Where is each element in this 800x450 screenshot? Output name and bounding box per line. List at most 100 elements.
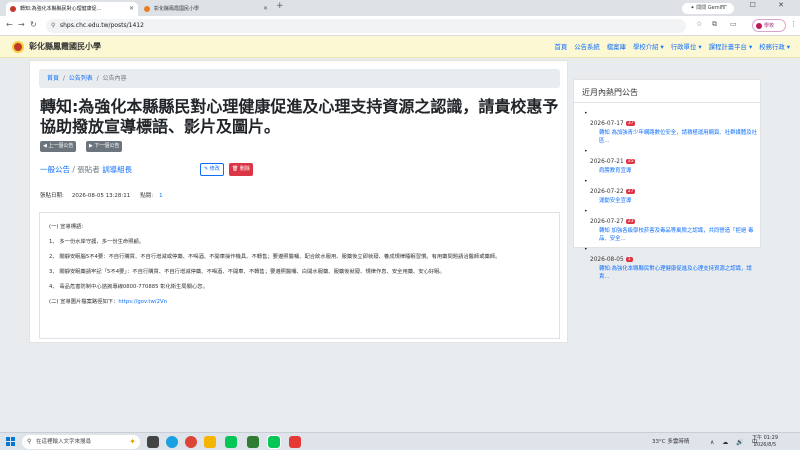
list-item: 2026-08-051 轉知:為強化本縣縣民對心理健康促進及心理支持資源之認識，… (584, 246, 760, 281)
site-favicon-icon (144, 6, 150, 12)
excel-app-icon[interactable] (247, 436, 259, 448)
list-item: 2026-07-2227 運動安全宣導 (584, 178, 760, 205)
task-view-icon[interactable] (147, 436, 159, 448)
list-item: 2026-07-1737 轉知 為加強青少年網路數位安全，請積極運用網頁、社群媒… (584, 110, 760, 145)
image-line-label: (二) 宣導圖片檔案路徑如下： (49, 299, 119, 305)
clock-date: 2026/8/5 (753, 442, 777, 448)
list-item: 2026-07-2135 肩膀教育宣導 (584, 148, 760, 175)
file-explorer-icon[interactable] (204, 436, 216, 448)
site-info-icon[interactable]: ⚲ (51, 19, 55, 33)
image-link[interactable]: https://gov.tw/2Vn (118, 299, 167, 305)
content-paragraph: 2、 關靜安眠腦5不4要：不自行購買、不自行增減或停藥、不喝酒、不開車操作機具、… (49, 254, 501, 260)
nav-announcements[interactable]: 公告系統 (574, 42, 600, 51)
url-input[interactable]: ⚲ shps.chc.edu.tw/posts/1412 (46, 19, 686, 33)
divider (574, 102, 760, 103)
site-favicon-icon (10, 6, 16, 12)
popular-posts-card: 近月內熱門公告 2026-07-1737 轉知 為加強青少年網路數位安全，請積極… (573, 79, 761, 280)
site-nav-links: 首頁 公告系統 檔案庫 學校介紹 ▾ 行政單位 ▾ 課程計畫平台 ▾ 校務行政 … (554, 42, 790, 51)
breadcrumb-home[interactable]: 首頁 (47, 75, 59, 82)
url-text: shps.chc.edu.tw/posts/1412 (60, 22, 144, 29)
popular-post-link[interactable]: 肩膀教育宣導 (590, 167, 760, 175)
address-bar-row: ← → ↻ ⚲ shps.chc.edu.tw/posts/1412 ☆ ⧉ ▭… (0, 16, 800, 36)
line-app-icon-active[interactable] (267, 435, 281, 449)
new-tab-button[interactable]: + (276, 1, 284, 11)
content-paragraph: (一) 宣導標語： (49, 224, 87, 230)
nav-file-library[interactable]: 檔案庫 (607, 42, 626, 51)
popular-posts-list: 2026-07-1737 轉知 為加強青少年網路數位安全，請積極運用網頁、社群媒… (584, 110, 760, 284)
popular-post-link[interactable]: 轉知 為加強青少年網路數位安全，請積極運用網頁、社群媒體及社區... (590, 129, 760, 145)
breadcrumb-separator: / (62, 75, 65, 82)
search-icon: ⚲ (27, 438, 32, 445)
windows-start-icon[interactable] (6, 437, 15, 446)
hits-label: 點閱: (140, 193, 154, 199)
post-date: 2026-08-05 (590, 257, 624, 263)
popular-post-link[interactable]: 轉知 加強各級學校菸害及毒品等風險之認識，共同營造「拒絕 毒品、安全... (590, 227, 760, 243)
windows-taskbar: ⚲ 在這裡輸入文字來搜尋 ✦ 33°C 多雲時晴 ∧ ☁ 🔊 中 下午 01:2… (0, 432, 800, 450)
next-post-button[interactable]: ▶ 下一個公告 (86, 141, 123, 152)
post-title: 轉知:為強化本縣縣民對心理健康促進及心理支持資源之認識，請貴校惠予協助撥放宣導標… (40, 97, 559, 136)
hit-count-badge: 27 (625, 189, 636, 194)
poster-name[interactable]: 訓導組長 (102, 165, 132, 174)
tab-close-icon[interactable]: ✕ (129, 2, 134, 16)
sidepanel-icon[interactable]: ▭ (730, 20, 737, 28)
breadcrumb-separator: / (96, 75, 99, 82)
school-logo-icon[interactable] (12, 41, 24, 53)
post-content: (一) 宣導標語： 1、 多一份水岸守護，多一份生命照顧。 2、 關靜安眠腦5不… (39, 212, 560, 339)
post-meta: 一般公告 / 張貼者 訓導組長 (40, 164, 132, 175)
post-date: 2026-07-27 (590, 219, 624, 225)
search-placeholder: 在這裡輸入文字來搜尋 (36, 439, 92, 445)
content-paragraph: 1、 多一份水岸守護，多一份生命照顧。 (49, 239, 145, 245)
hit-count-badge: 35 (625, 159, 636, 164)
post-card: 首頁 / 公告列表 / 公告內容 轉知:為強化本縣縣民對心理健康促進及心理支持資… (29, 60, 568, 343)
nav-school-intro[interactable]: 學校介紹 ▾ (633, 42, 664, 51)
popular-post-link[interactable]: 轉知:為強化本縣縣民對心理健康促進及心理支持資源之認識，請貴... (590, 265, 760, 281)
line-app-icon[interactable] (225, 436, 237, 448)
profile-avatar-icon (756, 23, 762, 29)
delete-button[interactable]: 🗑 刪除 (229, 163, 253, 176)
nav-admin-units[interactable]: 行政單位 ▾ (671, 42, 702, 51)
profile-label: 學校 (764, 23, 775, 29)
weather-widget[interactable]: 33°C 多雲時晴 (652, 437, 689, 445)
bookmark-star-icon[interactable]: ☆ (696, 20, 702, 28)
post-date-line: 張貼日期: 2026-08-05 13:28:11 點閱: 1 (40, 191, 163, 199)
nav-home[interactable]: 首頁 (554, 42, 567, 51)
tab-title: 彰化縣鳳霞國民小學 (154, 6, 200, 12)
post-category[interactable]: 一般公告 (40, 165, 70, 174)
hit-count-badge: 23 (625, 219, 636, 224)
menu-kebab-icon[interactable]: ⋮ (790, 20, 797, 28)
poster-label: / 張貼者 (70, 165, 103, 174)
tab-close-icon[interactable]: ✕ (263, 2, 268, 16)
copilot-sparkle-icon[interactable]: ✦ (129, 435, 136, 449)
nav-curriculum-platform[interactable]: 課程計畫平台 ▾ (709, 42, 753, 51)
back-arrow-icon[interactable]: ← (6, 20, 13, 29)
popular-post-link[interactable]: 運動安全宣導 (590, 197, 760, 205)
site-title[interactable]: 彰化縣鳳霞國民小學 (29, 41, 101, 52)
post-date: 2026-07-21 (590, 159, 624, 165)
post-date: 2026-07-22 (590, 189, 624, 195)
prev-post-button[interactable]: ◀ 上一個公告 (40, 141, 77, 152)
date-value: 2026-08-05 13:28:11 (71, 193, 131, 199)
chrome-browser-icon[interactable] (185, 436, 197, 448)
taskbar-clock[interactable]: 下午 01:29 2026/8/5 (752, 435, 778, 449)
edit-button[interactable]: ✎ 修改 (200, 163, 224, 176)
browser-tab-active[interactable]: 轉知:為強化本縣縣民對心理健康促... ✕ (6, 2, 138, 16)
hit-count-badge: 1 (625, 257, 633, 262)
taskbar-search-input[interactable]: ⚲ 在這裡輸入文字來搜尋 ✦ (22, 435, 140, 449)
content-paragraph: 4、 毒品危害防制中心諮詢專線0800-770885 彰化衛生局關心您。 (49, 284, 208, 290)
window-controls[interactable]: — ☐ ✕ (720, 1, 794, 9)
active-window-icon[interactable] (289, 436, 301, 448)
breadcrumb-list[interactable]: 公告列表 (69, 75, 93, 82)
tab-title: 轉知:為強化本縣縣民對心理健康促... (20, 6, 102, 12)
profile-button[interactable]: 學校 (752, 19, 786, 32)
date-label: 張貼日期: (40, 193, 64, 199)
list-item: 2026-07-2723 轉知 加強各級學校菸害及毒品等風險之認識，共同營造「拒… (584, 208, 760, 243)
browser-tab-inactive[interactable]: 彰化縣鳳霞國民小學 ✕ (140, 2, 272, 16)
forward-arrow-icon[interactable]: → (18, 20, 25, 29)
breadcrumb: 首頁 / 公告列表 / 公告內容 (39, 69, 560, 88)
edge-browser-icon[interactable] (166, 436, 178, 448)
hits-value: 1 (159, 193, 163, 199)
hit-count-badge: 37 (625, 121, 636, 126)
extensions-icon[interactable]: ⧉ (712, 20, 717, 29)
reload-icon[interactable]: ↻ (30, 20, 37, 29)
nav-school-admin[interactable]: 校務行政 ▾ (759, 42, 790, 51)
